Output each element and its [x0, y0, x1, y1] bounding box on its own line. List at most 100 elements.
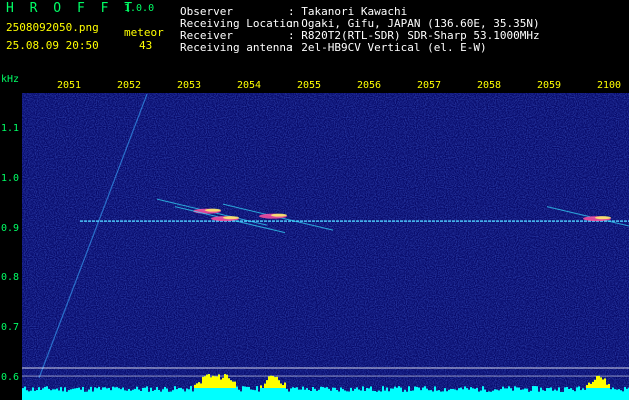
histogram-bar — [550, 387, 552, 400]
histogram-peak — [196, 383, 198, 388]
x-tick-label: 2053 — [176, 80, 202, 91]
histogram-peak — [224, 374, 226, 388]
histogram-bar — [424, 386, 426, 400]
histogram-bar — [380, 391, 382, 400]
histogram-peak — [202, 376, 204, 388]
histogram-bar — [190, 386, 192, 400]
x-tick-label: 2055 — [296, 80, 322, 91]
histogram-bar — [186, 388, 188, 400]
file-name: 2508092050.png — [6, 21, 99, 34]
histogram-bar — [350, 387, 352, 400]
histogram-bar — [510, 388, 512, 400]
histogram-bar — [248, 386, 250, 400]
count-value: 43 — [139, 39, 153, 52]
histogram-bar — [568, 388, 570, 400]
histogram-bar — [170, 391, 172, 400]
histogram-bar — [182, 389, 184, 400]
histogram-bar — [482, 386, 484, 400]
histogram-bar — [80, 389, 82, 400]
histogram-bar — [134, 388, 136, 400]
histogram-bar — [114, 387, 116, 400]
histogram-bar — [130, 390, 132, 400]
histogram-peak — [278, 380, 280, 388]
histogram-bar — [312, 386, 314, 400]
histogram-peak — [212, 375, 214, 388]
histogram-bar — [172, 390, 174, 400]
histogram-bar — [516, 387, 518, 400]
histogram-bar — [436, 390, 438, 400]
histogram-bar — [38, 387, 40, 400]
histogram-bar — [356, 387, 358, 400]
histogram-peak — [234, 381, 236, 388]
histogram-bar — [94, 387, 96, 400]
histogram-bar — [520, 389, 522, 400]
histogram-peak — [230, 380, 232, 388]
x-tick-label: 2052 — [116, 80, 142, 91]
histogram-bar — [450, 388, 452, 400]
histogram-bar — [398, 386, 400, 400]
histogram-bar — [570, 388, 572, 400]
x-tick-label: 2057 — [416, 80, 442, 91]
histogram-bar — [412, 390, 414, 400]
histogram-bar — [406, 391, 408, 400]
histogram-bar — [582, 388, 584, 400]
histogram-bar — [468, 389, 470, 400]
histogram-bar — [552, 390, 554, 400]
histogram-bar — [460, 387, 462, 400]
histogram-bar — [138, 389, 140, 400]
histogram-bar — [486, 391, 488, 400]
info-value-antenna: : 2el-HB9CV Vertical (el. E-W) — [288, 41, 487, 54]
histogram-bar — [72, 388, 74, 400]
histogram-bar — [626, 388, 628, 400]
histogram-bar — [98, 386, 100, 400]
histogram-bar — [476, 387, 478, 400]
histogram-bar — [318, 389, 320, 400]
histogram-bar — [290, 388, 292, 400]
histogram-bar — [42, 388, 44, 400]
histogram-bar — [492, 390, 494, 400]
histogram-bar — [538, 391, 540, 400]
histogram-bar — [154, 389, 156, 400]
histogram-bar — [566, 386, 568, 400]
histogram-bar — [316, 390, 318, 400]
histogram-bar — [256, 386, 258, 400]
histogram-bar — [422, 387, 424, 400]
histogram-bar — [188, 389, 190, 400]
meteor-echo-core — [223, 216, 239, 220]
histogram-bar — [314, 388, 316, 400]
histogram-bar — [470, 387, 472, 400]
histogram-peak — [194, 384, 196, 388]
histogram-bar — [474, 388, 476, 400]
histogram-bar — [294, 387, 296, 400]
histogram-bar — [402, 391, 404, 400]
histogram-bar — [362, 386, 364, 400]
histogram-bar — [346, 391, 348, 400]
histogram-bar — [258, 391, 260, 400]
histogram-bar — [306, 388, 308, 400]
histogram-bar — [532, 386, 534, 400]
histogram-bar — [434, 386, 436, 400]
histogram-bar — [112, 386, 114, 400]
histogram-bar — [502, 386, 504, 400]
histogram-bar — [50, 390, 52, 400]
histogram-peak — [226, 374, 228, 388]
histogram-bar — [86, 391, 88, 400]
histogram-bar — [620, 390, 622, 400]
histogram-bar — [184, 391, 186, 400]
histogram-bar — [440, 391, 442, 400]
histogram-bar — [544, 390, 546, 400]
histogram-bar — [52, 389, 54, 400]
histogram-bar — [48, 388, 50, 400]
histogram-bar — [554, 389, 556, 400]
histogram-peak — [590, 383, 592, 388]
histogram-bar — [24, 386, 26, 400]
histogram-bar — [34, 390, 36, 400]
histogram-bar — [442, 391, 444, 400]
histogram-peak — [272, 375, 274, 388]
histogram-bar — [624, 387, 626, 400]
histogram-bar — [504, 388, 506, 400]
histogram-bar — [96, 388, 98, 400]
y-unit-label: kHz — [1, 74, 20, 85]
histogram-peak — [602, 379, 604, 388]
histogram-bar — [584, 389, 586, 400]
